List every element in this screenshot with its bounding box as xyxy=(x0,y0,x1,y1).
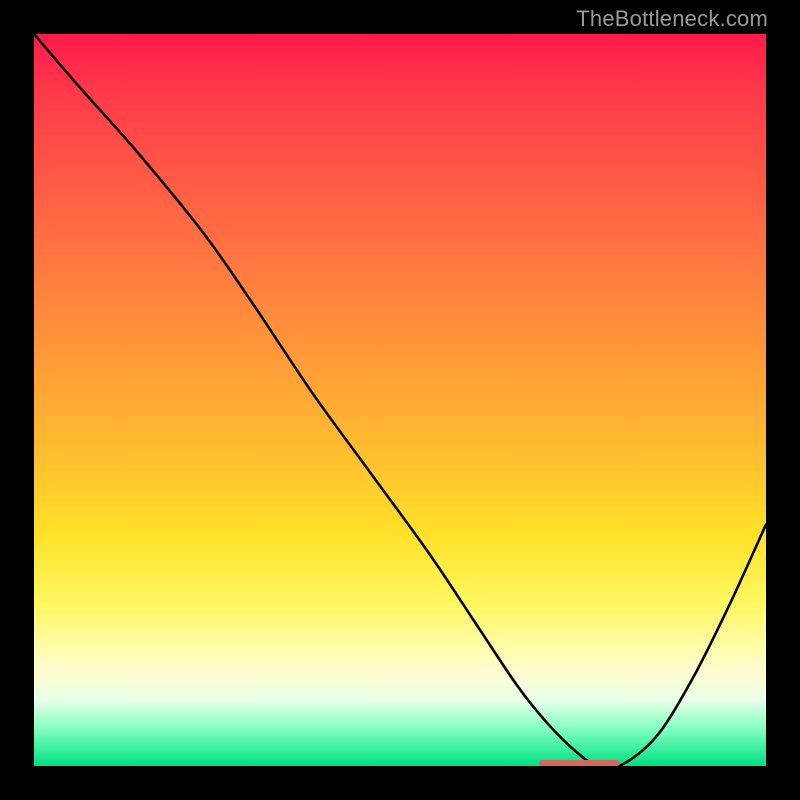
watermark-text: TheBottleneck.com xyxy=(576,6,768,32)
bottleneck-curve xyxy=(34,34,766,766)
plot-frame xyxy=(30,30,770,770)
curve-layer xyxy=(34,34,766,766)
optimum-marker xyxy=(539,760,620,766)
